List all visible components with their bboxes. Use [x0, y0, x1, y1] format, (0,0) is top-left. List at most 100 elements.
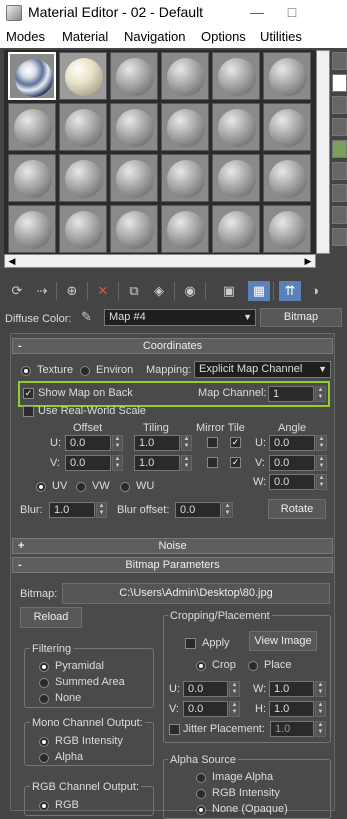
u-offset-input[interactable]: 0.0 — [65, 435, 111, 451]
texture-radio[interactable] — [21, 366, 31, 376]
map-type-button[interactable]: Bitmap — [260, 308, 342, 327]
rgb-intensity-alpha-radio[interactable] — [196, 789, 206, 799]
v-offset-input[interactable]: 0.0 — [65, 455, 111, 471]
none-opaque-radio[interactable] — [196, 805, 206, 815]
sample-slot[interactable] — [161, 205, 209, 253]
v-angle-input[interactable]: 0.0 — [269, 455, 315, 471]
sample-slot[interactable] — [212, 103, 260, 151]
sample-slot[interactable] — [110, 154, 158, 202]
spinner-icon[interactable]: ▲ ▼ — [316, 455, 327, 471]
sample-slot[interactable] — [161, 103, 209, 151]
v-tile-checkbox[interactable]: ✓ — [230, 457, 241, 468]
sample-slot[interactable] — [212, 154, 260, 202]
sample-slot[interactable] — [263, 154, 311, 202]
spinner-icon[interactable]: ▲ ▼ — [316, 474, 327, 490]
material-id-channel-icon[interactable]: ◉ — [179, 281, 201, 301]
sample-slot[interactable] — [59, 154, 107, 202]
image-alpha-radio[interactable] — [196, 773, 206, 783]
crop-w-input[interactable]: 1.0 — [269, 681, 314, 697]
sample-slot[interactable] — [8, 205, 56, 253]
sample-slot[interactable] — [8, 52, 56, 100]
menu-material[interactable]: Material — [62, 29, 108, 44]
material-navigator-icon[interactable] — [332, 228, 347, 246]
go-to-parent-icon[interactable]: ⇈ — [279, 281, 301, 301]
sample-slot[interactable] — [212, 52, 260, 100]
uv-radio[interactable] — [36, 482, 46, 492]
jitter-placement-checkbox[interactable] — [169, 724, 180, 735]
environ-radio[interactable] — [80, 366, 90, 376]
blur-input[interactable]: 1.0 — [49, 502, 95, 518]
minimize-button[interactable]: — — [242, 2, 272, 22]
vw-radio[interactable] — [76, 482, 86, 492]
show-map-on-back-checkbox[interactable]: ✓ — [23, 388, 34, 399]
u-angle-input[interactable]: 0.0 — [269, 435, 315, 451]
sample-slot[interactable] — [161, 52, 209, 100]
menu-modes[interactable]: Modes — [6, 29, 45, 44]
u-tile-checkbox[interactable]: ✓ — [230, 437, 241, 448]
sample-slot[interactable] — [110, 52, 158, 100]
summed-area-radio[interactable] — [39, 678, 49, 688]
scroll-left-arrow-icon[interactable]: ◀ — [5, 255, 19, 267]
reload-button[interactable]: Reload — [20, 607, 82, 628]
sample-slot[interactable] — [212, 205, 260, 253]
pyramidal-radio[interactable] — [39, 662, 49, 672]
put-to-scene-icon[interactable]: ⇢ — [31, 281, 53, 301]
menu-navigation[interactable]: Navigation — [124, 29, 185, 44]
alpha-radio[interactable] — [39, 753, 49, 763]
place-radio[interactable] — [248, 661, 258, 671]
crop-h-input[interactable]: 1.0 — [269, 701, 314, 717]
spinner-icon[interactable]: ▲ ▼ — [315, 386, 326, 402]
map-channel-input[interactable]: 1 — [268, 386, 314, 402]
sample-slot[interactable] — [59, 103, 107, 151]
spinner-icon[interactable]: ▲ ▼ — [181, 435, 192, 451]
select-by-material-icon[interactable] — [332, 206, 347, 224]
use-real-world-checkbox[interactable] — [23, 406, 34, 417]
crop-v-input[interactable]: 0.0 — [183, 701, 228, 717]
apply-checkbox[interactable] — [185, 638, 196, 649]
sample-slot[interactable] — [263, 205, 311, 253]
map-name-field[interactable]: Map #4 ▼ — [104, 309, 256, 326]
spinner-icon[interactable]: ▲ ▼ — [315, 701, 326, 717]
spinner-icon[interactable]: ▲ ▼ — [315, 721, 326, 737]
reset-map-icon[interactable]: ✕ — [92, 281, 114, 301]
wu-radio[interactable] — [120, 482, 130, 492]
u-mirror-checkbox[interactable] — [207, 437, 218, 448]
w-angle-input[interactable]: 0.0 — [269, 474, 315, 490]
eyedropper-icon[interactable]: ✎ — [81, 309, 92, 325]
menu-utilities[interactable]: Utilities — [260, 29, 302, 44]
sample-slot[interactable] — [161, 154, 209, 202]
go-forward-to-sibling-icon[interactable]: ◑ — [304, 281, 326, 301]
spinner-icon[interactable]: ▲ ▼ — [181, 455, 192, 471]
options-icon[interactable] — [332, 184, 347, 202]
show-shaded-material-icon[interactable]: ▣ — [218, 281, 240, 301]
rgb-intensity-radio[interactable] — [39, 737, 49, 747]
spinner-icon[interactable]: ▲ ▼ — [222, 502, 233, 518]
put-to-library-icon[interactable]: ◈ — [148, 281, 170, 301]
slots-vertical-scrollbar[interactable] — [316, 50, 330, 254]
sample-slot[interactable] — [59, 52, 107, 100]
coordinates-rollout-header[interactable]: - Coordinates — [12, 338, 333, 354]
noise-rollout-header[interactable]: + Noise — [12, 538, 333, 554]
sample-uv-tiling-icon[interactable] — [332, 118, 347, 136]
jitter-input[interactable]: 1.0 — [270, 721, 314, 737]
v-mirror-checkbox[interactable] — [207, 457, 218, 468]
menu-options[interactable]: Options — [201, 29, 246, 44]
rotate-button[interactable]: Rotate — [268, 499, 326, 519]
show-end-result-icon[interactable]: ▦ — [248, 281, 270, 301]
sample-slot[interactable] — [59, 205, 107, 253]
none-filter-radio[interactable] — [39, 694, 49, 704]
spinner-icon[interactable]: ▲ ▼ — [96, 502, 107, 518]
backlight-icon[interactable] — [332, 74, 347, 92]
slots-horizontal-scrollbar[interactable]: ◀ ▶ — [4, 254, 316, 268]
sample-slot[interactable] — [110, 205, 158, 253]
get-material-icon[interactable]: ⟳ — [6, 281, 28, 301]
bitmap-parameters-rollout-header[interactable]: - Bitmap Parameters — [12, 557, 333, 573]
blur-offset-input[interactable]: 0.0 — [175, 502, 221, 518]
sample-slot[interactable] — [8, 154, 56, 202]
spinner-icon[interactable]: ▲ ▼ — [229, 701, 240, 717]
v-tiling-input[interactable]: 1.0 — [134, 455, 180, 471]
make-unique-icon[interactable]: ⧉ — [123, 281, 145, 301]
crop-radio[interactable] — [196, 661, 206, 671]
sample-type-icon[interactable] — [332, 52, 347, 70]
rgb-radio[interactable] — [39, 801, 49, 811]
